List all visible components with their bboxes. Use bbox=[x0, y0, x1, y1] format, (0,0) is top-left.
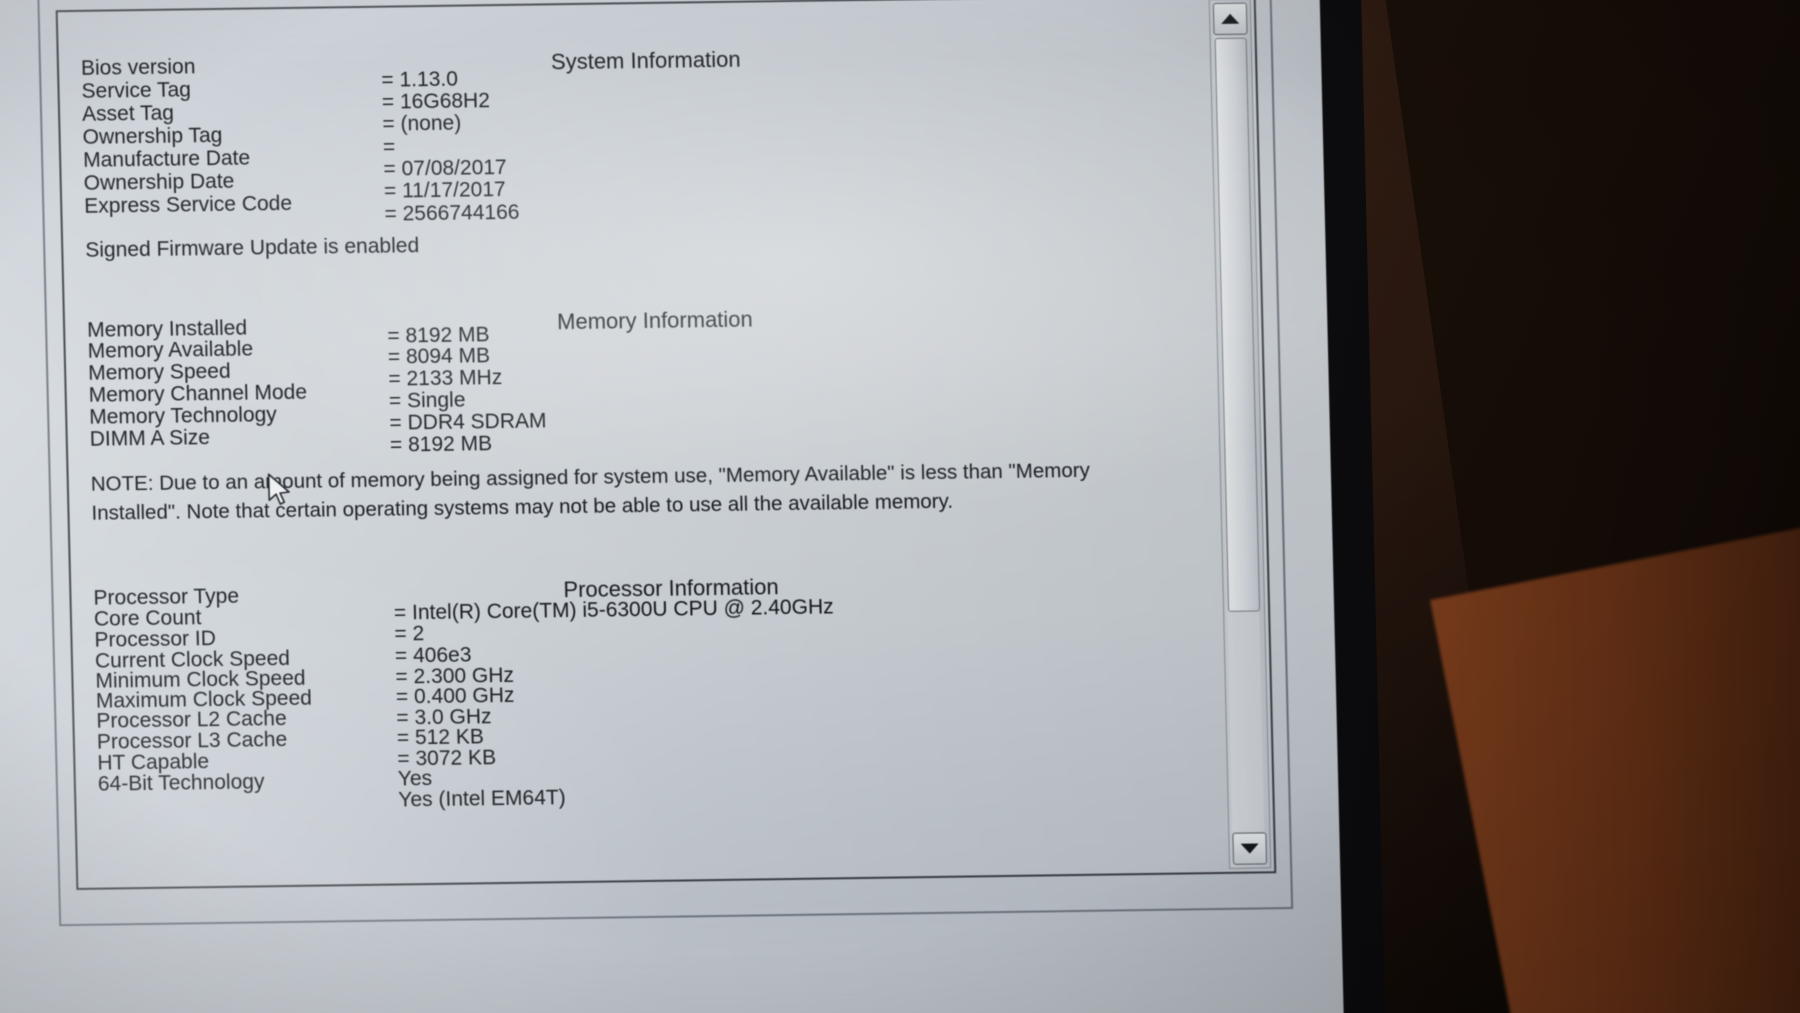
chevron-up-icon bbox=[1221, 13, 1240, 24]
value-memory-available: = 8094 MB bbox=[387, 344, 491, 369]
memory-note-text: NOTE: Due to an amount of memory being a… bbox=[90, 458, 1091, 525]
label-bios-version: Bios version bbox=[80, 55, 196, 80]
value-express-service-code: = 2566744166 bbox=[384, 200, 520, 226]
value-ownership-date: = 11/17/2017 bbox=[383, 177, 506, 203]
label-manufacture-date: Manufacture Date bbox=[82, 146, 251, 172]
value-dimm-a-size: = 8192 MB bbox=[389, 432, 493, 457]
label-express-service-code: Express Service Code bbox=[84, 191, 293, 218]
label-ht-capable: HT Capable bbox=[97, 750, 210, 775]
label-memory-channel-mode: Memory Channel Mode bbox=[88, 380, 308, 407]
value-processor-l3-cache: = 3072 KB bbox=[397, 746, 497, 771]
scroll-up-button[interactable] bbox=[1212, 2, 1248, 36]
value-memory-technology: = DDR4 SDRAM bbox=[389, 409, 547, 435]
value-ownership-tag: = bbox=[382, 135, 396, 159]
chevron-down-icon bbox=[1240, 843, 1259, 854]
value-minimum-clock-speed: = 0.400 GHz bbox=[395, 683, 515, 709]
section-title-system-information: System Information bbox=[550, 46, 741, 75]
label-core-count: Core Count bbox=[93, 606, 202, 631]
label-ownership-date: Ownership Date bbox=[83, 169, 235, 195]
label-service-tag: Service Tag bbox=[81, 78, 192, 103]
label-dimm-a-size: DIMM A Size bbox=[89, 426, 211, 451]
label-processor-type: Processor Type bbox=[93, 584, 240, 610]
label-processor-l3-cache: Processor L3 Cache bbox=[96, 728, 288, 754]
value-processor-l2-cache: = 512 KB bbox=[396, 725, 485, 750]
label-memory-speed: Memory Speed bbox=[87, 359, 231, 385]
value-64-bit-technology: Yes (Intel EM64T) bbox=[398, 786, 566, 812]
value-manufacture-date: = 07/08/2017 bbox=[383, 155, 507, 181]
value-memory-channel-mode: = Single bbox=[388, 388, 466, 413]
label-64-bit-technology: 64-Bit Technology bbox=[97, 770, 265, 796]
value-memory-speed: = 2133 MHz bbox=[388, 366, 503, 391]
bios-info-content: System Information Bios version = 1.13.0… bbox=[80, 8, 1208, 812]
value-ht-capable: Yes bbox=[397, 767, 433, 791]
label-asset-tag: Asset Tag bbox=[81, 101, 175, 126]
value-core-count: = 2 bbox=[394, 622, 425, 646]
bios-screen: System Information System Information Bi… bbox=[0, 0, 1344, 1013]
signed-firmware-update-status: Signed Firmware Update is enabled bbox=[85, 234, 420, 262]
value-processor-id: = 406e3 bbox=[394, 643, 472, 668]
scrollable-content-panel: System Information Bios version = 1.13.0… bbox=[55, 0, 1277, 890]
label-memory-available: Memory Available bbox=[87, 337, 254, 363]
photo-of-laptop-bios-screen: System Information System Information Bi… bbox=[0, 0, 1800, 1013]
scrollbar-thumb[interactable] bbox=[1214, 37, 1261, 612]
value-processor-type: = Intel(R) Core(TM) i5-6300U CPU @ 2.40G… bbox=[393, 595, 834, 625]
value-memory-installed: = 8192 MB bbox=[387, 323, 490, 348]
value-service-tag: = 16G68H2 bbox=[381, 89, 491, 114]
section-title-memory-information: Memory Information bbox=[556, 306, 754, 335]
label-memory-technology: Memory Technology bbox=[88, 403, 278, 429]
value-bios-version: = 1.13.0 bbox=[381, 67, 459, 92]
label-ownership-tag: Ownership Tag bbox=[82, 123, 223, 149]
value-asset-tag: = (none) bbox=[382, 111, 462, 136]
mouse-cursor-icon bbox=[267, 473, 290, 505]
scroll-down-button[interactable] bbox=[1232, 832, 1268, 865]
content-viewport: System Information Bios version = 1.13.0… bbox=[58, 0, 1229, 888]
